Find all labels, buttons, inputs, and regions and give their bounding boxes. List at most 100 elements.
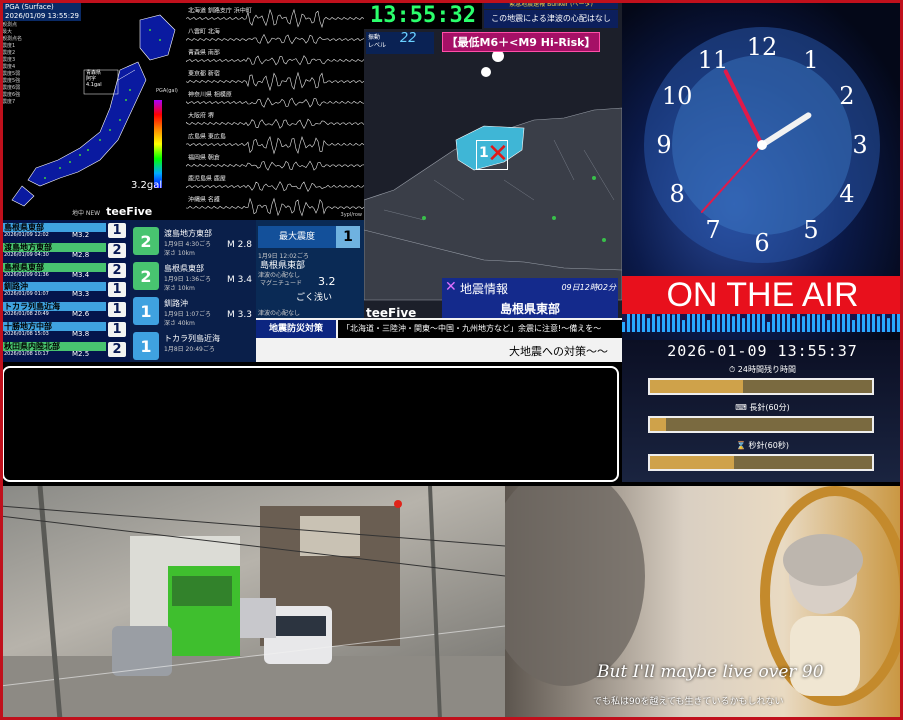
seismograph-station-label: 神奈川県 相模原 bbox=[188, 91, 232, 99]
equalizer-bar bbox=[757, 312, 760, 332]
seismograph-trace bbox=[186, 97, 364, 108]
detail-intensity: 1 bbox=[133, 297, 159, 325]
equalizer-bar bbox=[672, 314, 675, 332]
quake-magnitude: M2.5 bbox=[72, 349, 90, 358]
seismograph-panel: 北海道 釧路支庁 浜中町 八雲町 北海 青森県 南部 東京都 新宿 神奈川県 相模原 大阪… bbox=[186, 0, 364, 220]
clock-numeral: 3 bbox=[852, 131, 867, 159]
detail-magnitude: M 3.4 bbox=[227, 275, 252, 285]
earthquake-list-item[interactable]: トカラ列島近海 2026/01/08 20:49 M2.6 1 bbox=[2, 302, 128, 319]
max-intensity-label: 最大震度 bbox=[258, 226, 336, 248]
quake-intensity: 1 bbox=[108, 223, 126, 238]
pga-scale-label: PGA(gal) bbox=[156, 88, 178, 94]
tsunami-status-2: 津波の心配なし bbox=[258, 310, 301, 317]
quake-magnitude: M3.4 bbox=[72, 270, 90, 279]
earthquake-list-item[interactable]: 渡島地方東部 2026/01/09 04:30 M2.8 2 bbox=[2, 242, 128, 259]
clock-numeral: 9 bbox=[656, 131, 671, 159]
quake-region: 渡島地方東部 bbox=[4, 242, 52, 252]
equalizer-bar bbox=[622, 322, 625, 332]
quake-magnitude: M2.6 bbox=[72, 310, 90, 319]
quake-region: 釧路沖 bbox=[4, 282, 28, 292]
timer-panel: 2026-01-09 13:55:37 ⏱ 24時間残り時間 ⌨ 長針(60分)… bbox=[622, 340, 903, 482]
label-24h: ⏱ 24時間残り時間 bbox=[729, 365, 796, 374]
equalizer-bar bbox=[842, 311, 845, 332]
detail-region: 渡島地方東部 bbox=[164, 229, 212, 238]
seismograph-station-label: 沖縄県 名護 bbox=[188, 196, 220, 204]
seismograph-station-label: 東京都 新宿 bbox=[188, 70, 220, 78]
quake-date: 2026/01/08 15:03 bbox=[4, 331, 49, 337]
detail-magnitude: M 3.3 bbox=[227, 310, 252, 320]
epicenter-x-icon: ✕ bbox=[487, 139, 509, 169]
detail-region: 釧路沖 bbox=[164, 299, 188, 308]
seismograph-trace bbox=[186, 33, 364, 45]
digital-clock: 13:55:32 bbox=[364, 2, 482, 29]
timer-datetime: 2026-01-09 13:55:37 bbox=[667, 342, 858, 360]
clock-numeral: 11 bbox=[698, 46, 729, 74]
progress-24h bbox=[648, 378, 874, 395]
earthquake-detail-item[interactable]: 1 トカラ列島近海 1月8日 20:49ごろ bbox=[130, 329, 256, 362]
music-video-panel: But I'll maybe live over 90 でも私は90を越えても生… bbox=[505, 486, 903, 720]
clock-numeral: 10 bbox=[662, 82, 693, 110]
quake-date: 2026/01/09 12:02 bbox=[4, 232, 49, 238]
disaster-banner: 地震防災対策 「北海道・三陸沖・関東〜中国・九州地方など」余震に注意!〜備えを〜… bbox=[256, 318, 622, 362]
quake-region: 十勝地方中部 bbox=[4, 322, 52, 331]
tsunami-notice: この地震による津波の心配はなし bbox=[484, 10, 618, 28]
teefive-logo: 地中 NEW teeFive bbox=[72, 205, 153, 218]
earthquake-list-item[interactable]: 十勝地方中部 2026/01/08 15:03 M3.8 1 bbox=[2, 322, 128, 338]
equalizer-bar bbox=[742, 318, 745, 332]
detail-depth: 深さ 10km bbox=[164, 250, 195, 257]
earthquake-detail-item[interactable]: 1 釧路沖 1月9日 1:07ごろ 深さ 40km M 3.3 bbox=[130, 294, 256, 327]
on-the-air-bar: ON THE AIR bbox=[622, 276, 903, 332]
quake-magnitude: M3.8 bbox=[72, 330, 90, 338]
eew-service-label: 緊急地震速報 Bunker (ベータ) bbox=[484, 0, 618, 9]
seismograph-trace bbox=[186, 160, 364, 171]
caption-box bbox=[2, 366, 619, 482]
epicenter-cross-icon: ✕ bbox=[445, 279, 457, 295]
label-second-hand: ⌛ 秒針(60秒) bbox=[736, 441, 789, 450]
clock-numeral: 7 bbox=[705, 216, 720, 244]
earthquake-detail-item[interactable]: 2 島根県東部 1月9日 1:36ごろ 深さ 10km M 3.4 bbox=[130, 259, 256, 292]
equalizer-bar bbox=[792, 318, 795, 332]
laptop-icon: ⌨ bbox=[735, 403, 750, 412]
equalizer-bar bbox=[682, 320, 685, 332]
quake-magnitude: M3.2 bbox=[72, 231, 90, 239]
earthquake-list-item[interactable]: 島根県東部 2026/01/09 01:36 M3.4 2 bbox=[2, 262, 128, 279]
earthquake-detail-item[interactable]: 2 渡島地方東部 1月9日 4:30ごろ 深さ 10km M 2.8 bbox=[130, 224, 256, 257]
quake-intensity: 1 bbox=[108, 302, 126, 318]
seismograph-station-label: 広島県 東広島 bbox=[188, 133, 226, 141]
depth-value: ごく浅い bbox=[296, 293, 333, 303]
shake-map-header: PGA (Surface) 2026/01/09 13:55:29 bbox=[3, 3, 82, 21]
clock-numeral: 5 bbox=[803, 216, 818, 244]
mv-scene bbox=[505, 486, 903, 706]
seismograph-trace bbox=[186, 181, 364, 193]
earthquake-list-item[interactable]: 秋田県内陸北部 2026/01/08 10:17 M2.5 2 bbox=[2, 341, 128, 358]
quake-date: 2026/01/09 01:07 bbox=[4, 291, 49, 298]
mv-subtitle: でも私は90を越えても生きているかもしれない bbox=[593, 697, 784, 707]
max-intensity-value: 1 bbox=[336, 226, 360, 248]
vibration-level: 振動 レベル 22 bbox=[366, 32, 434, 54]
equalizer-bar bbox=[837, 311, 840, 332]
earthquake-list-item[interactable]: 島根県東部 2026/01/09 12:02 M3.2 1 bbox=[2, 223, 128, 239]
quake-date: 2026/01/09 04:30 bbox=[4, 251, 49, 258]
earthquake-list-item[interactable]: 釧路沖 2026/01/09 01:07 M3.3 1 bbox=[2, 282, 128, 298]
equalizer-bar bbox=[777, 312, 780, 332]
quake-region: 島根県東部 bbox=[4, 223, 44, 232]
equalizer-bar bbox=[697, 311, 700, 332]
quake-region: 秋田県内陸北部 bbox=[4, 341, 60, 351]
earthquake-info-box: ✕ 地震情報 09日12時02分 島根県東部 bbox=[442, 278, 618, 318]
seismograph-footer: 3ypl/row bbox=[340, 212, 362, 218]
banner-subtitle: 大地震への対策〜〜 bbox=[509, 345, 608, 358]
equalizer-bar bbox=[657, 316, 660, 332]
mv-caption: But I'll maybe live over 90 bbox=[597, 662, 824, 682]
earthquake-list: 島根県東部 2026/01/09 12:02 M3.2 1 渡島地方東部 2026/01/… bbox=[0, 220, 130, 362]
shake-map-legend: 観測点 最大 観測点名 震度1 震度2 震度3 震度4 震度5弱 震度5強 震度6弱 震度… bbox=[2, 22, 23, 105]
equalizer-bar bbox=[732, 316, 735, 332]
analog-clock-panel: 12 1 2 3 4 5 6 7 8 9 10 11 ON THE AIR bbox=[622, 0, 903, 340]
equalizer-bar bbox=[827, 320, 830, 332]
clock-center bbox=[757, 140, 767, 150]
equalizer-bar bbox=[767, 321, 770, 332]
quake-intensity: 1 bbox=[108, 282, 126, 298]
equalizer-bar bbox=[707, 320, 710, 332]
gal-value: 3.2gal bbox=[131, 180, 163, 191]
seismograph-trace bbox=[186, 55, 364, 66]
detail-region: トカラ列島近海 bbox=[164, 334, 220, 343]
